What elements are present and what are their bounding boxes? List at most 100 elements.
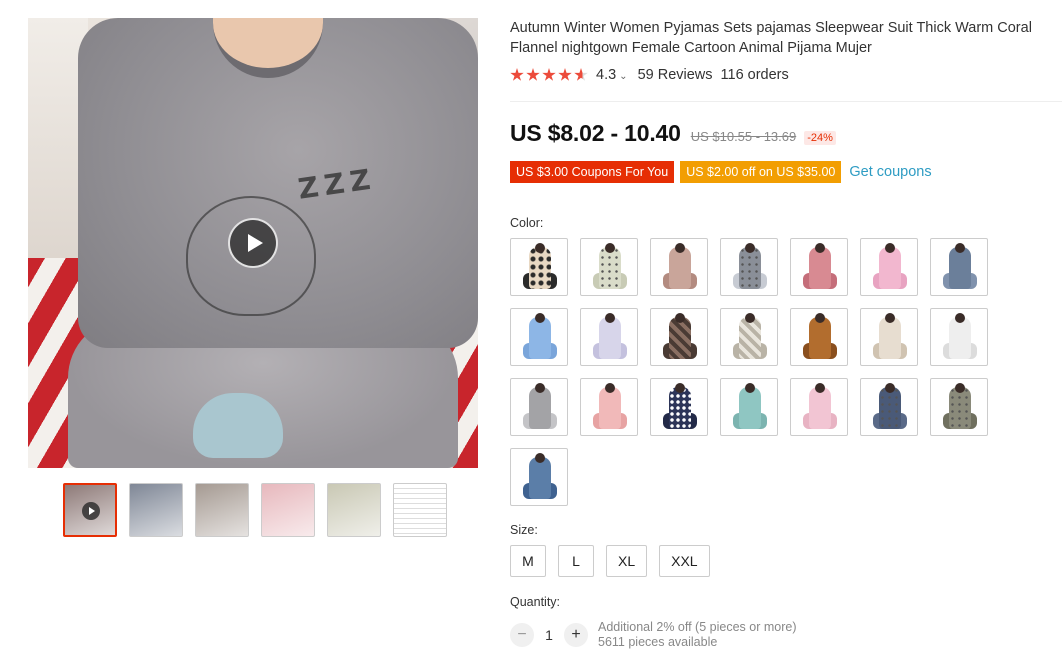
color-option-8[interactable] (510, 308, 568, 366)
swatch-top (739, 247, 761, 289)
thumbnail-1[interactable] (63, 483, 117, 537)
quantity-info: Additional 2% off (5 pieces or more) 561… (598, 620, 796, 650)
size-option-l[interactable]: L (558, 545, 594, 577)
swatch-model (885, 383, 895, 393)
swatch-top (529, 387, 551, 429)
swatch-model (955, 243, 965, 253)
color-option-12[interactable] (790, 308, 848, 366)
color-label: Color: (510, 216, 544, 230)
orders-count: 116 orders (720, 67, 789, 83)
color-option-2[interactable] (580, 238, 638, 296)
swatch-top (809, 387, 831, 429)
size-label: Size: (510, 523, 538, 537)
color-option-20[interactable] (860, 378, 918, 436)
quantity-value[interactable]: 1 (534, 627, 564, 643)
swatch-model (745, 313, 755, 323)
swatch-top (809, 247, 831, 289)
swatch-top (949, 387, 971, 429)
swatch-top (529, 247, 551, 289)
color-swatch-grid (510, 238, 1000, 506)
swatch-model (675, 243, 685, 253)
coupon-row: US $3.00 Coupons For You US $2.00 off on… (510, 161, 932, 183)
pieces-available: 5611 pieces available (598, 635, 718, 649)
current-price: US $8.02 - 10.40 (510, 120, 681, 146)
price-row: US $8.02 - 10.40 US $10.55 - 13.69 -24% (510, 120, 836, 147)
thumbnail-5[interactable] (327, 483, 381, 537)
quantity-label: Quantity: (510, 595, 561, 609)
swatch-top (669, 317, 691, 359)
size-option-xl[interactable]: XL (606, 545, 648, 577)
color-option-7[interactable] (930, 238, 988, 296)
color-option-18[interactable] (720, 378, 778, 436)
thumbnail-3[interactable] (195, 483, 249, 537)
thumbnail-4[interactable] (261, 483, 315, 537)
rating-row: 4.3 ⌄ 59 Reviews 116 orders (510, 67, 789, 83)
quantity-decrease-button[interactable]: − (510, 623, 534, 647)
size-options: M L XL XXL (510, 545, 710, 577)
swatch-model (675, 313, 685, 323)
color-option-22[interactable] (510, 448, 568, 506)
quantity-stepper: − 1 + Additional 2% off (5 pieces or mor… (510, 620, 796, 650)
color-option-19[interactable] (790, 378, 848, 436)
color-option-16[interactable] (580, 378, 638, 436)
star-icon (558, 68, 572, 81)
play-video-button[interactable] (228, 218, 278, 268)
color-option-1[interactable] (510, 238, 568, 296)
select-coupon-badge[interactable]: US $2.00 off on US $35.00 (680, 161, 842, 183)
color-option-14[interactable] (930, 308, 988, 366)
color-option-11[interactable] (720, 308, 778, 366)
swatch-top (879, 247, 901, 289)
swatch-model (815, 383, 825, 393)
swatch-model (605, 383, 615, 393)
star-icon (542, 68, 556, 81)
rating-value[interactable]: 4.3 ⌄ (596, 67, 628, 83)
color-option-17[interactable] (650, 378, 708, 436)
rating-number: 4.3 (596, 67, 617, 83)
rating-stars (510, 68, 588, 82)
swatch-top (529, 317, 551, 359)
reviews-link[interactable]: 59 Reviews (638, 67, 713, 83)
swatch-model (815, 313, 825, 323)
bulk-discount-note: Additional 2% off (5 pieces or more) (598, 620, 797, 634)
color-option-3[interactable] (650, 238, 708, 296)
color-option-21[interactable] (930, 378, 988, 436)
color-option-5[interactable] (790, 238, 848, 296)
swatch-model (885, 313, 895, 323)
color-option-15[interactable] (510, 378, 568, 436)
thumbnail-2[interactable] (129, 483, 183, 537)
swatch-model (535, 243, 545, 253)
star-icon (510, 68, 524, 81)
swatch-model (605, 243, 615, 253)
quantity-increase-button[interactable]: + (564, 623, 588, 647)
swatch-model (745, 243, 755, 253)
main-product-image[interactable]: Z Z Z (28, 18, 478, 468)
swatch-model (955, 383, 965, 393)
swatch-top (599, 387, 621, 429)
swatch-top (599, 247, 621, 289)
discount-badge: -24% (804, 131, 836, 145)
star-icon (526, 68, 540, 81)
store-coupon-badge[interactable]: US $3.00 Coupons For You (510, 161, 675, 183)
get-coupons-link[interactable]: Get coupons (849, 164, 931, 180)
thumbnail-6[interactable] (393, 483, 447, 537)
swatch-model (885, 243, 895, 253)
swatch-top (879, 387, 901, 429)
swatch-model (605, 313, 615, 323)
color-option-6[interactable] (860, 238, 918, 296)
swatch-model (815, 243, 825, 253)
size-option-m[interactable]: M (510, 545, 546, 577)
swatch-top (599, 317, 621, 359)
swatch-model (675, 383, 685, 393)
color-option-9[interactable] (580, 308, 638, 366)
swatch-model (955, 313, 965, 323)
play-icon (247, 234, 263, 252)
swatch-top (669, 247, 691, 289)
color-option-13[interactable] (860, 308, 918, 366)
swatch-model (535, 313, 545, 323)
original-price: US $10.55 - 13.69 (690, 129, 797, 144)
swatch-top (669, 387, 691, 429)
color-option-4[interactable] (720, 238, 778, 296)
color-option-10[interactable] (650, 308, 708, 366)
size-option-xxl[interactable]: XXL (659, 545, 710, 577)
swatch-top (879, 317, 901, 359)
